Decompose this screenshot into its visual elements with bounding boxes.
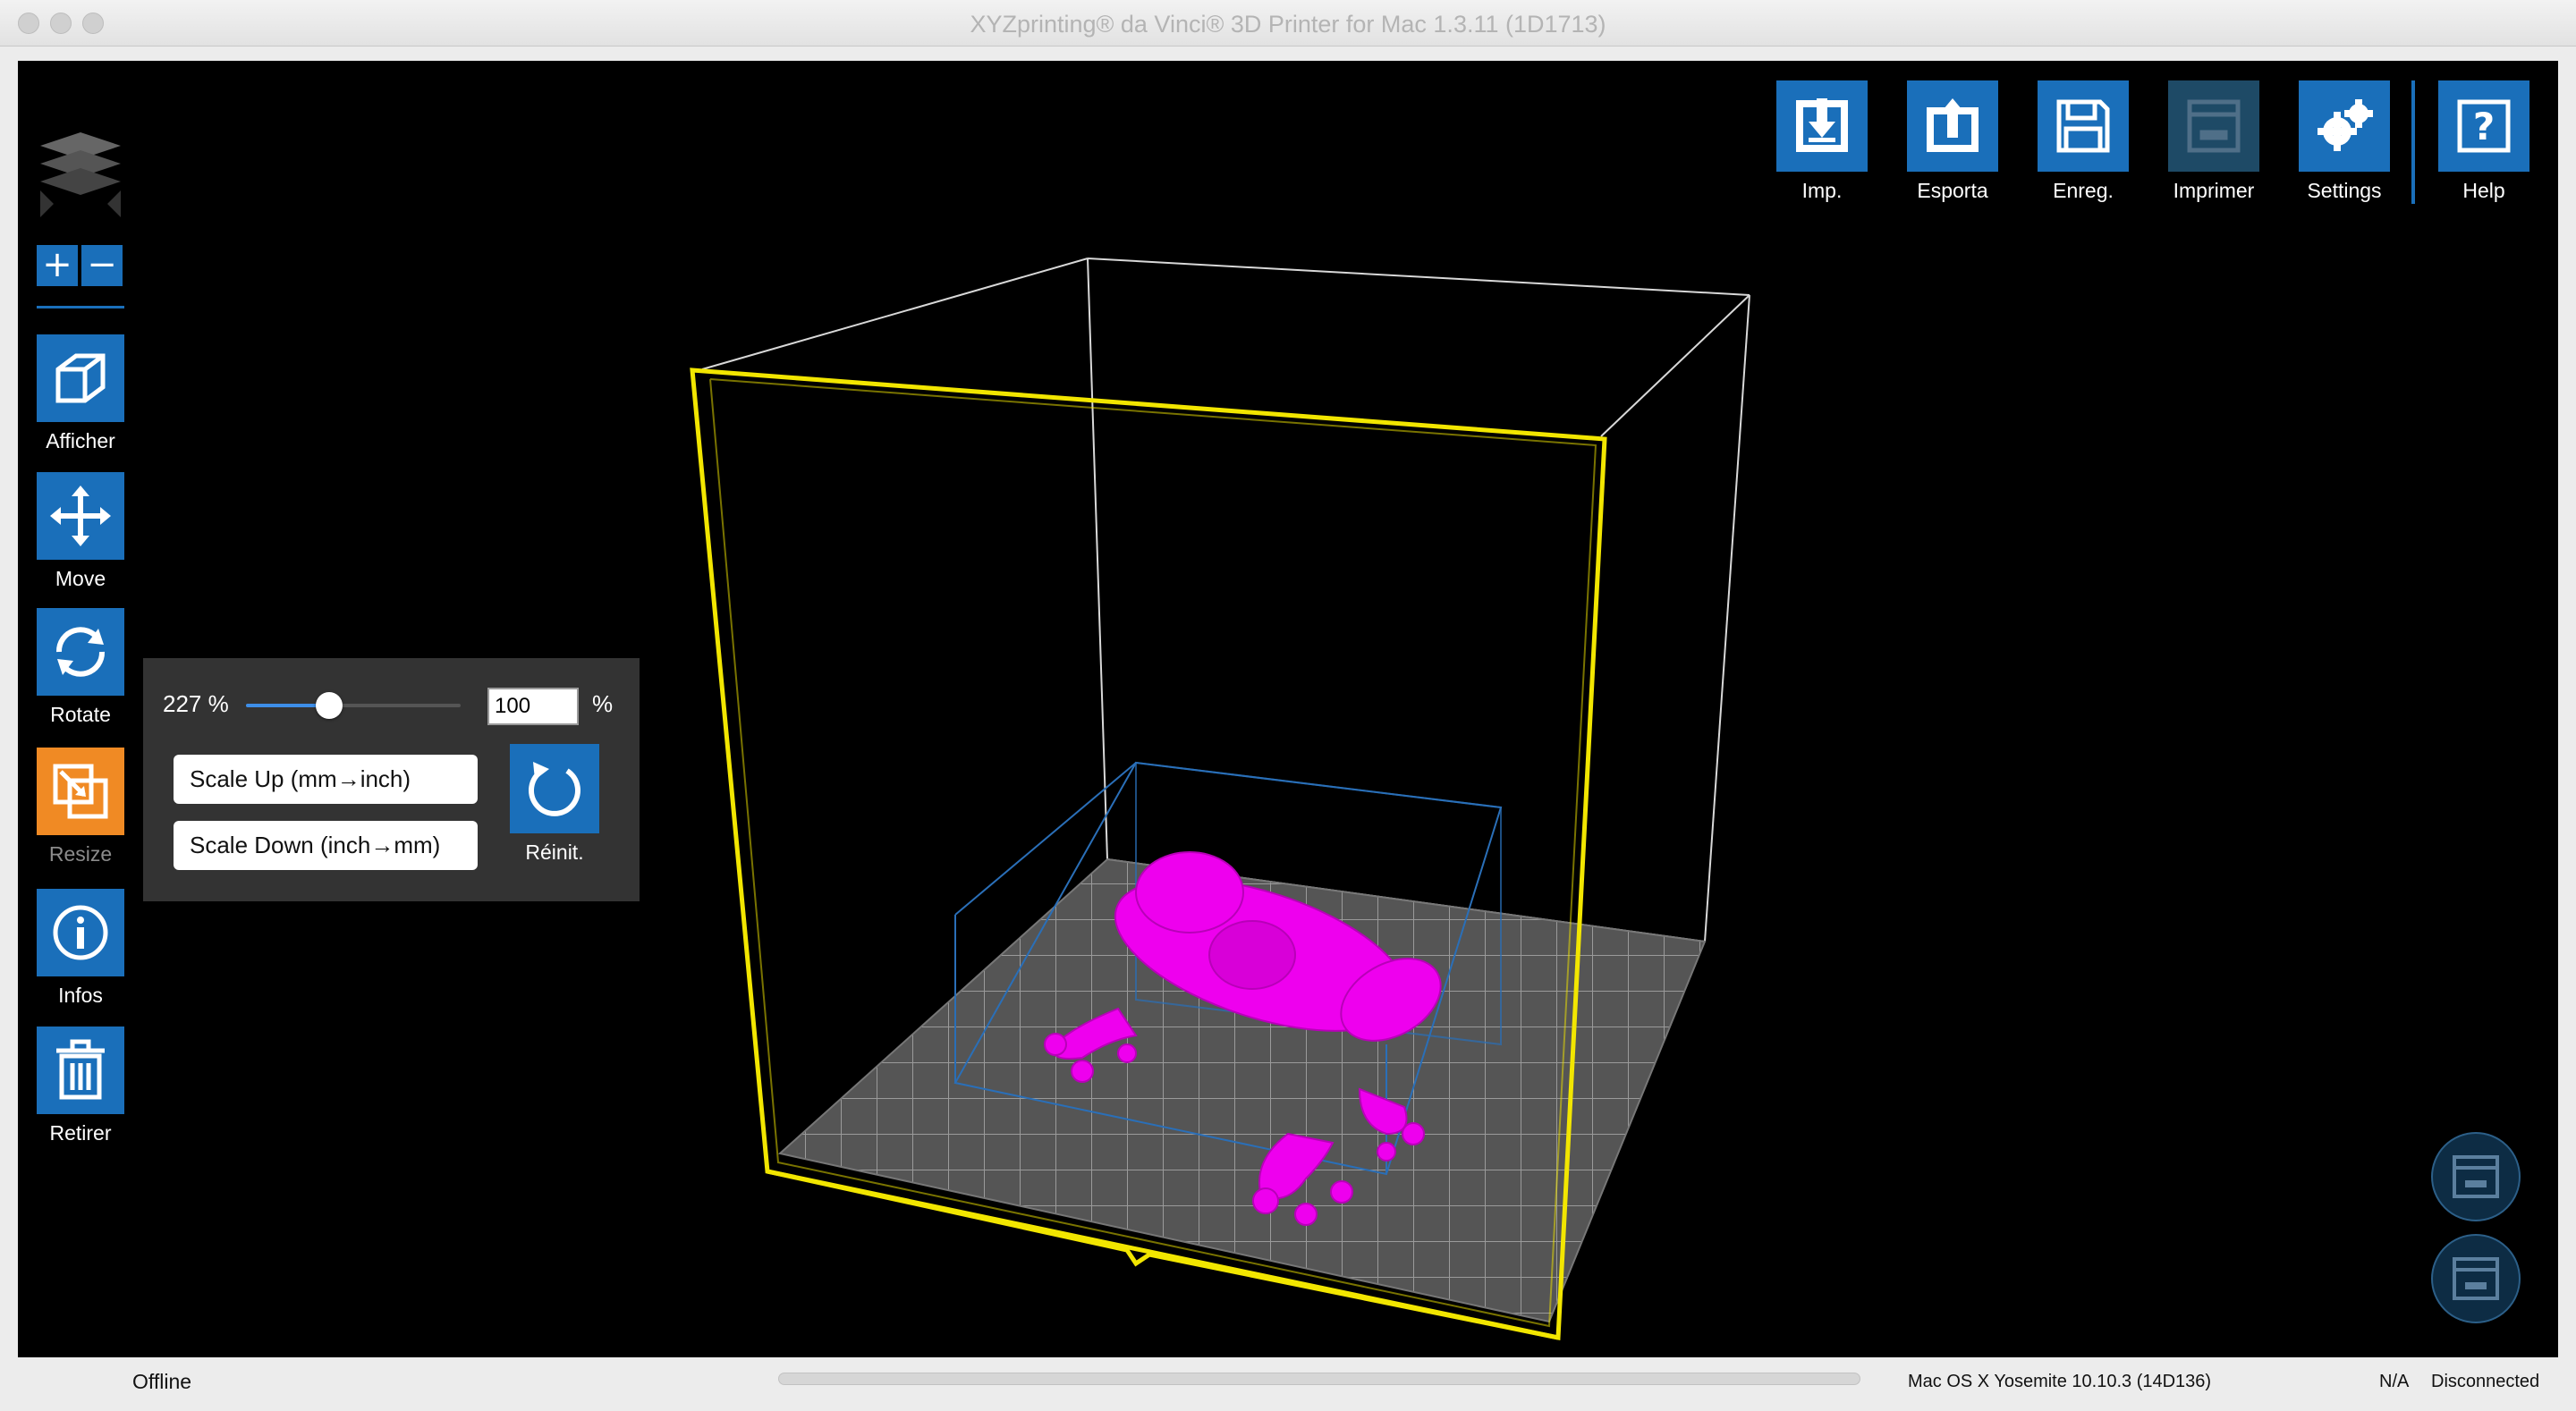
build-volume-back-edges	[701, 258, 1750, 942]
tool-rotate-label: Rotate	[50, 703, 111, 726]
3d-viewport[interactable]: + − Afficher Move Rotate Resize Infos Re…	[18, 61, 2558, 1357]
help-icon: ?	[2438, 80, 2529, 172]
title-bar: XYZprinting® da Vinci® 3D Printer for Ma…	[0, 0, 2576, 46]
resize-panel: 227 % % Scale Up (mm→inch) Scale Down (i…	[143, 658, 640, 901]
save-icon	[2038, 80, 2129, 172]
gears-icon	[2299, 80, 2390, 172]
export-icon	[1907, 80, 1998, 172]
view-panel-button-bottom[interactable]	[2431, 1234, 2521, 1323]
connection-mode-label: Offline	[132, 1370, 192, 1393]
tool-view-label: Afficher	[46, 429, 115, 452]
help-label: Help	[2462, 179, 2505, 202]
print-label: Imprimer	[2173, 179, 2255, 202]
print-icon	[2168, 80, 2259, 172]
tool-info-label: Infos	[58, 984, 103, 1007]
zoom-out-button[interactable]: −	[81, 245, 123, 286]
import-label: Imp.	[1801, 179, 1843, 202]
reset-scale-button[interactable]: Réinit.	[510, 744, 599, 865]
scale-percentage-label: 227 %	[163, 690, 229, 717]
window-title: XYZprinting® da Vinci® 3D Printer for Ma…	[970, 11, 1606, 38]
tool-rotate-button[interactable]: Rotate	[37, 608, 124, 727]
progress-bar	[778, 1373, 1860, 1385]
scale-down-button[interactable]: Scale Down (inch→mm)	[174, 821, 478, 870]
export-label: Esporta	[1917, 179, 1988, 202]
toolbar-separator	[2411, 80, 2415, 204]
zoom-in-button[interactable]: +	[37, 245, 78, 286]
print-button[interactable]: Imprimer	[2168, 80, 2259, 203]
toolbar-divider	[37, 306, 124, 308]
scale-slider[interactable]	[246, 692, 461, 719]
import-button[interactable]: Imp.	[1776, 80, 1868, 203]
info-icon	[37, 889, 124, 976]
reset-label: Réinit.	[525, 841, 584, 864]
svg-text:?: ?	[2473, 105, 2495, 148]
tool-info-button[interactable]: Infos	[37, 889, 124, 1008]
settings-button[interactable]: Settings	[2299, 80, 2390, 203]
cube-icon	[37, 334, 124, 422]
scale-up-button[interactable]: Scale Up (mm→inch)	[174, 755, 478, 804]
percent-sign-label: %	[592, 690, 614, 717]
na-value-label: N/A	[2379, 1372, 2410, 1391]
scale-percent-input[interactable]	[487, 688, 579, 725]
resize-icon	[37, 748, 124, 835]
status-bar: Offline Mac OS X Yosemite 10.10.3 (14D13…	[0, 1361, 2576, 1411]
app-window: XYZprinting® da Vinci® 3D Printer for Ma…	[0, 0, 2576, 1411]
tool-resize-button[interactable]: Resize	[37, 748, 124, 866]
printer-state-label: Disconnected	[2431, 1372, 2540, 1391]
tool-move-button[interactable]: Move	[37, 472, 124, 591]
tool-move-label: Move	[55, 567, 106, 590]
os-version-label: Mac OS X Yosemite 10.10.3 (14D136)	[1908, 1372, 2212, 1391]
scale-slider-thumb[interactable]	[316, 692, 343, 719]
help-button[interactable]: ? Help	[2438, 80, 2529, 203]
reset-icon	[510, 744, 599, 833]
rotate-icon	[37, 608, 124, 696]
export-button[interactable]: Esporta	[1907, 80, 1998, 203]
window-icon	[2453, 1257, 2499, 1300]
view-panel-button-top[interactable]	[2431, 1132, 2521, 1221]
xyz-logo-icon	[40, 132, 121, 217]
settings-label: Settings	[2307, 179, 2382, 202]
trash-icon	[37, 1027, 124, 1114]
import-icon	[1776, 80, 1868, 172]
save-label: Enreg.	[2053, 179, 2114, 202]
tool-view-button[interactable]: Afficher	[37, 334, 124, 453]
save-button[interactable]: Enreg.	[2038, 80, 2129, 203]
tool-resize-label: Resize	[48, 842, 113, 866]
move-arrows-icon	[37, 472, 124, 560]
tool-remove-button[interactable]: Retirer	[37, 1027, 124, 1145]
window-icon	[2453, 1155, 2499, 1198]
tool-remove-label: Retirer	[49, 1121, 112, 1145]
